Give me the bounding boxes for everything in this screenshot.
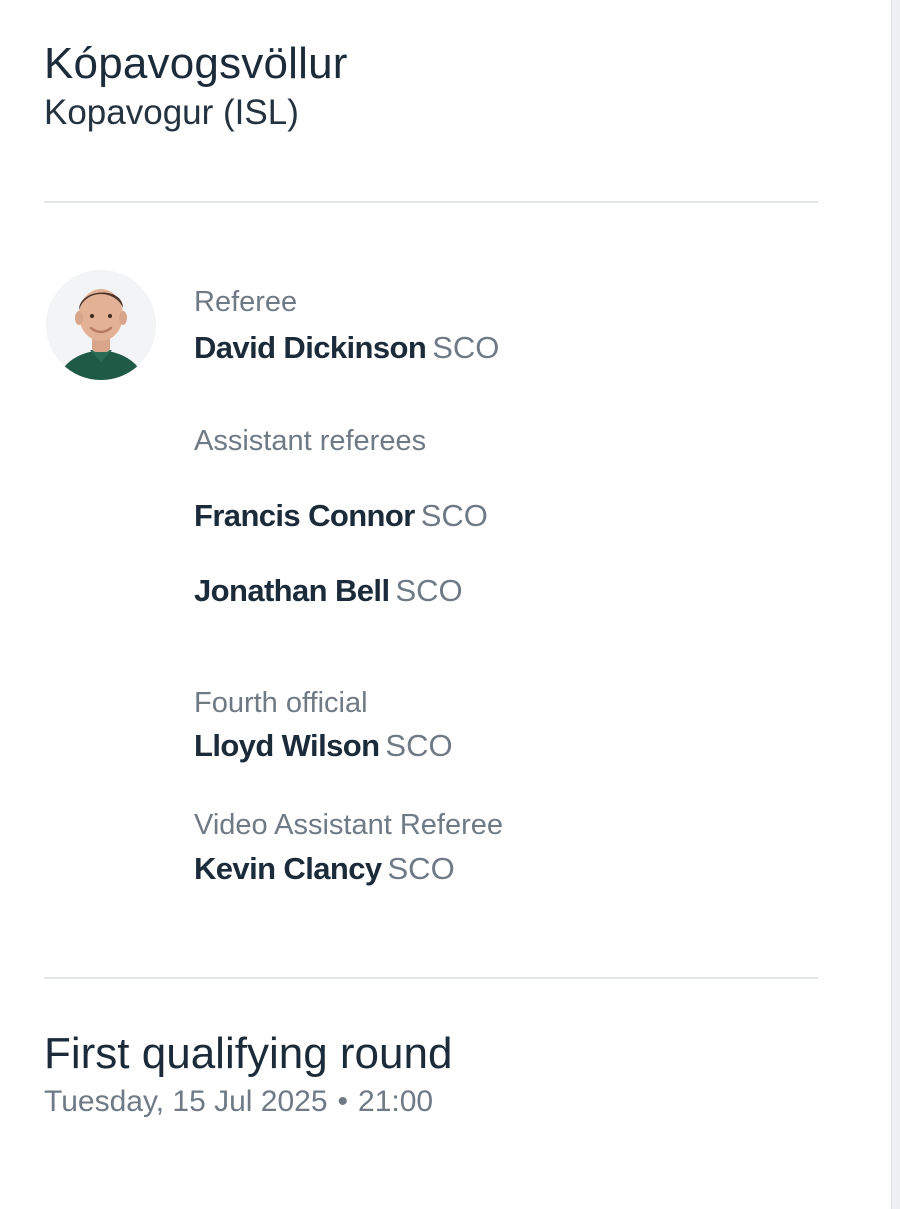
- referee-name[interactable]: David Dickinson: [194, 330, 427, 365]
- var-nationality: SCO: [387, 851, 455, 886]
- stadium-name: Kópavogsvöllur: [44, 39, 348, 88]
- var-label: Video Assistant Referee: [194, 809, 503, 841]
- assistant-referee-entry[interactable]: Jonathan Bell SCO: [194, 573, 463, 609]
- assistant-referee-entry[interactable]: Francis Connor SCO: [194, 498, 488, 534]
- fourth-official-name[interactable]: Lloyd Wilson: [194, 728, 380, 763]
- assistant-referee-name[interactable]: Jonathan Bell: [194, 573, 390, 608]
- var-entry[interactable]: Kevin Clancy SCO: [194, 851, 455, 887]
- referee-entry[interactable]: David Dickinson SCO: [194, 330, 499, 366]
- assistant-referee-nationality: SCO: [420, 498, 488, 533]
- stadium-city: Kopavogur (ISL): [44, 93, 299, 132]
- assistant-referee-name[interactable]: Francis Connor: [194, 498, 415, 533]
- var-name[interactable]: Kevin Clancy: [194, 851, 382, 886]
- fourth-official-label: Fourth official: [194, 687, 368, 719]
- fourth-official-entry[interactable]: Lloyd Wilson SCO: [194, 728, 453, 764]
- assistant-referee-nationality: SCO: [395, 573, 463, 608]
- separator-dot: •: [337, 1085, 349, 1118]
- fourth-official-nationality: SCO: [385, 728, 453, 763]
- divider: [44, 977, 818, 979]
- round-title: First qualifying round: [44, 1029, 453, 1078]
- match-datetime: Tuesday, 15 Jul 2025 • 21:00: [44, 1084, 452, 1120]
- venue-header: Kópavogsvöllur Kopavogur (ISL): [44, 38, 348, 134]
- referee-role-label: Referee: [194, 286, 298, 318]
- divider: [44, 201, 818, 203]
- referee-avatar: [46, 270, 156, 380]
- assistant-referees-label: Assistant referees: [194, 425, 427, 457]
- match-date: Tuesday, 15 Jul 2025: [44, 1085, 328, 1118]
- scrollbar-track[interactable]: [891, 0, 900, 1209]
- match-time: 21:00: [358, 1085, 434, 1118]
- referee-nationality: SCO: [432, 330, 500, 365]
- match-round-info: First qualifying round Tuesday, 15 Jul 2…: [44, 1028, 452, 1120]
